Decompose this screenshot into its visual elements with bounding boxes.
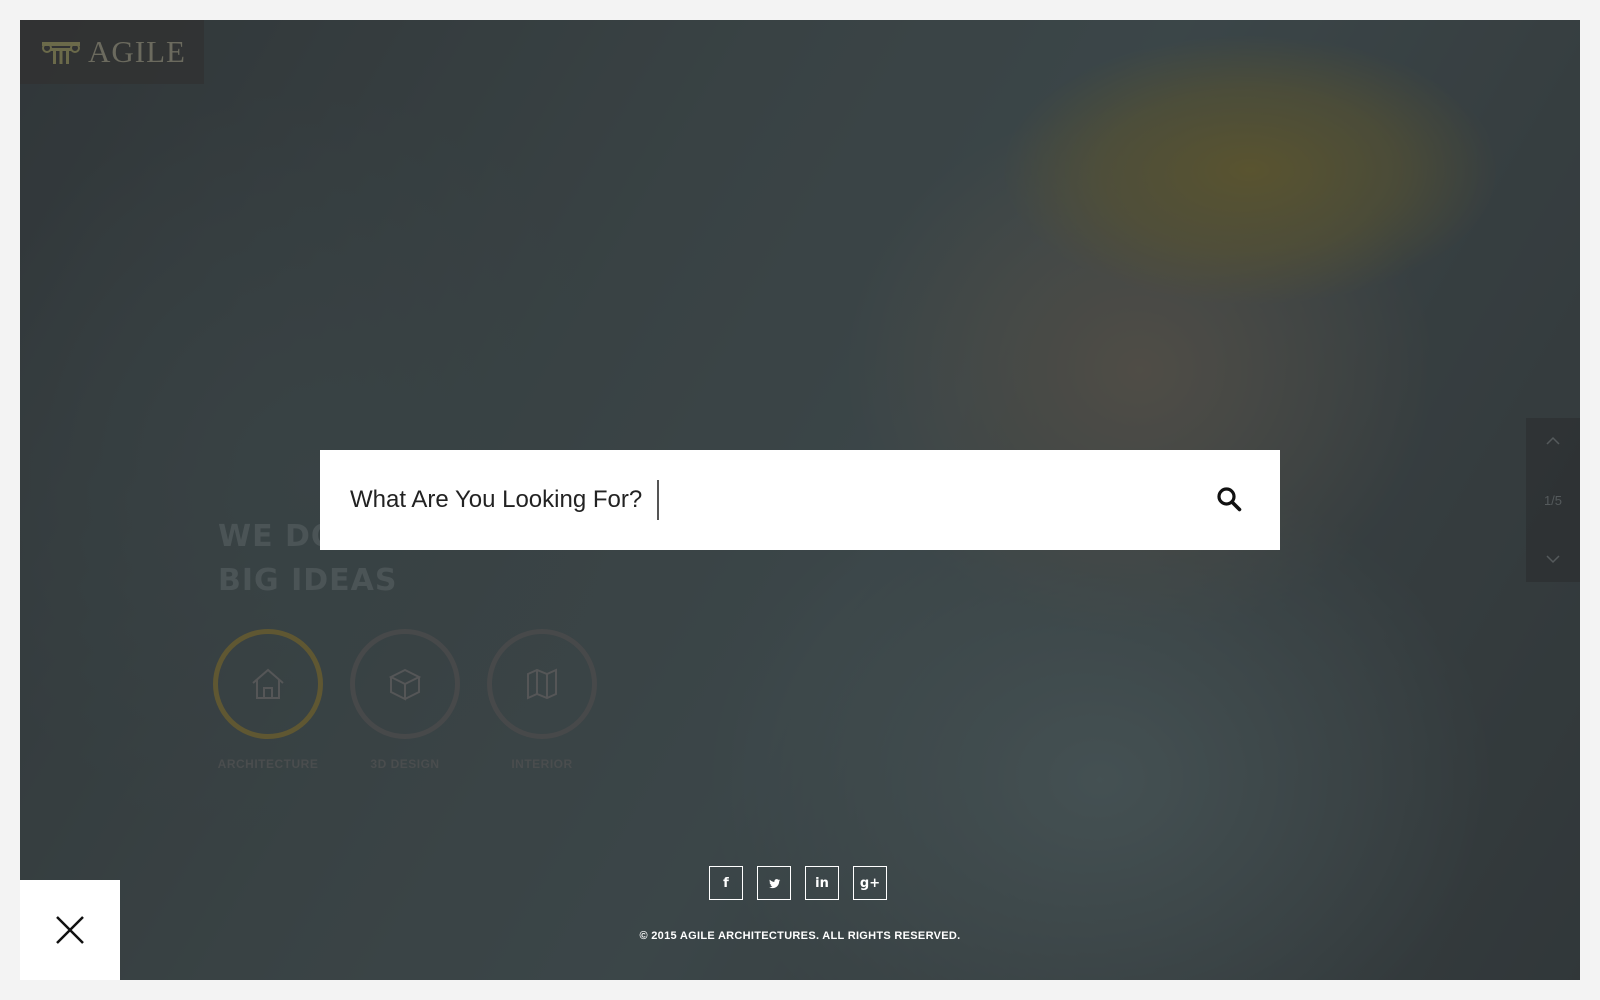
site-logo[interactable]: AGILE — [20, 20, 204, 84]
service-ring — [487, 629, 597, 739]
service-ring — [350, 629, 460, 739]
copyright-text: © 2015 AGILE ARCHITECTURES. ALL RIGHTS R… — [639, 930, 961, 942]
google-plus-button[interactable]: g+ — [853, 866, 887, 900]
facebook-icon: f — [723, 875, 729, 891]
service-label: ARCHITECTURE — [217, 757, 319, 771]
map-icon — [527, 668, 557, 700]
hero-section: AGILE WE DO BIG IDEAS ARCHITECTURE 3D DE… — [20, 20, 1580, 980]
hero-title-line-2: BIG IDEAS — [218, 563, 398, 598]
chevron-down-icon[interactable] — [1546, 554, 1560, 564]
google-plus-icon: g+ — [859, 875, 881, 891]
service-ring — [213, 629, 323, 739]
social-links: f in g+ — [709, 866, 887, 900]
linkedin-button[interactable]: in — [805, 866, 839, 900]
service-label: 3D DESIGN — [370, 757, 440, 771]
twitter-icon — [768, 878, 780, 888]
house-icon — [252, 668, 284, 699]
close-icon — [56, 916, 84, 944]
service-label: INTERIOR — [511, 757, 573, 771]
search-form — [320, 450, 1280, 550]
search-icon[interactable] — [1216, 486, 1242, 512]
column-capital-icon — [42, 42, 80, 64]
text-cursor — [657, 480, 659, 520]
service-interior[interactable]: INTERIOR — [487, 629, 597, 771]
service-architecture[interactable]: ARCHITECTURE — [213, 629, 323, 771]
chevron-up-icon[interactable] — [1546, 436, 1560, 446]
brand-name: AGILE — [88, 34, 186, 69]
close-search-button[interactable] — [20, 880, 120, 980]
slider-navigation: 1/5 — [1526, 418, 1580, 582]
cube-icon — [388, 668, 422, 701]
search-input[interactable] — [350, 470, 1170, 530]
service-3d-design[interactable]: 3D DESIGN — [350, 629, 460, 771]
slide-counter: 1/5 — [1543, 492, 1563, 508]
facebook-button[interactable]: f — [709, 866, 743, 900]
twitter-button[interactable] — [757, 866, 791, 900]
services-list: ARCHITECTURE 3D DESIGN INTERIOR — [213, 629, 597, 771]
linkedin-icon: in — [815, 875, 829, 891]
